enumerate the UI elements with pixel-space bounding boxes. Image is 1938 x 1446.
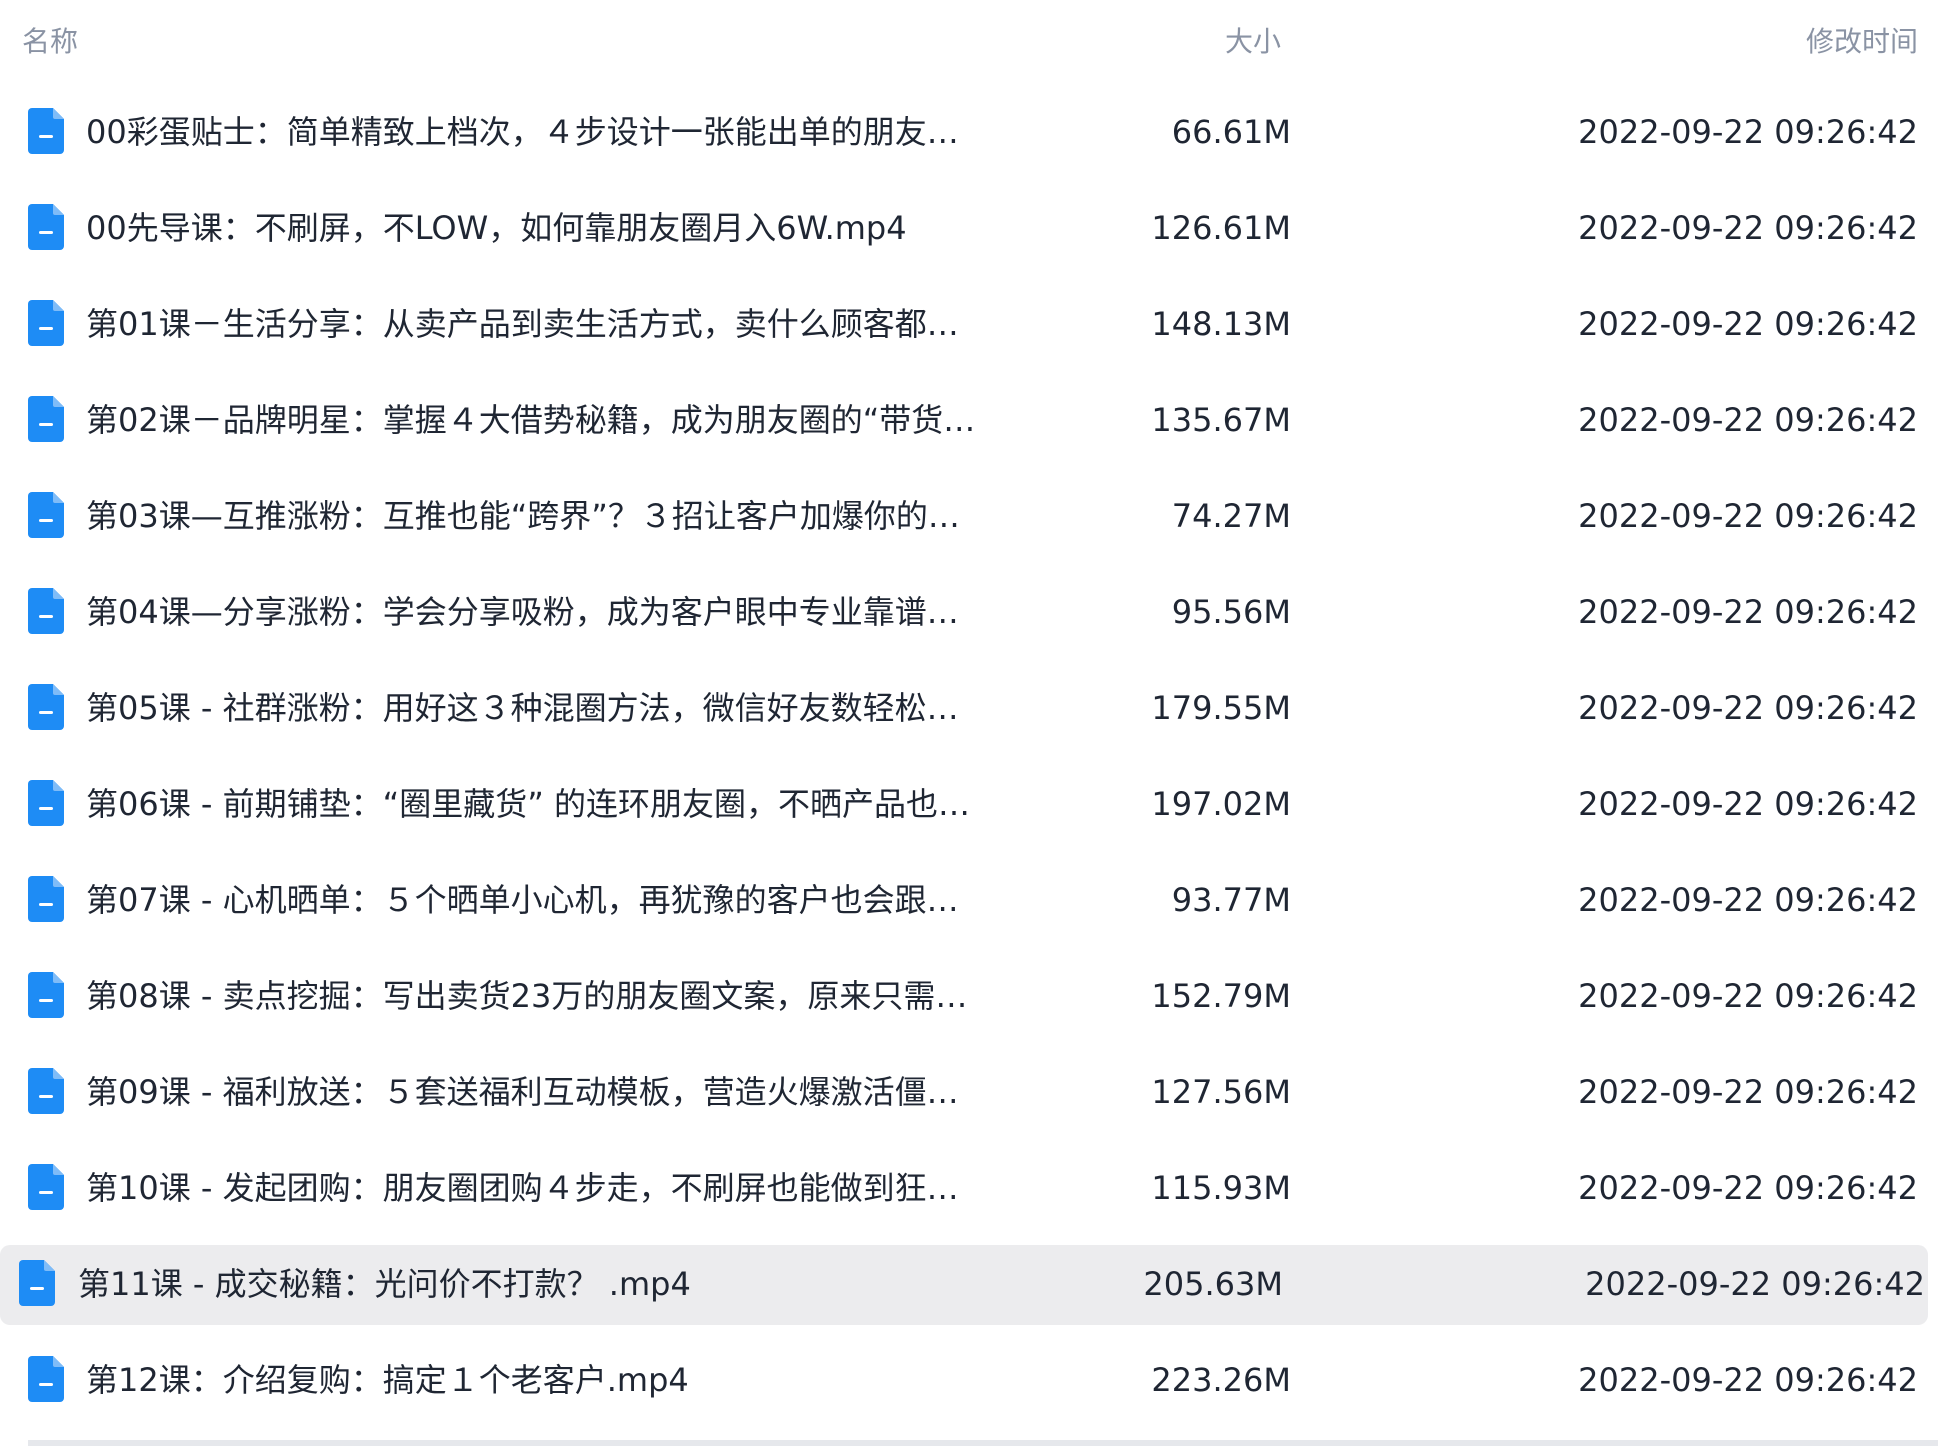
file-size: 115.93M	[1151, 1169, 1291, 1207]
document-file-icon	[28, 684, 64, 730]
file-size: 205.63M	[1143, 1265, 1283, 1303]
column-header-size[interactable]: 大小	[1225, 22, 1281, 62]
file-modified-time: 2022-09-22 09:26:42	[1578, 1361, 1918, 1399]
file-name[interactable]: 第11课 - 成交秘籍：光问价不打款？ .mp4	[78, 1236, 978, 1332]
column-header: 名称 大小 修改时间	[0, 0, 1938, 84]
file-row[interactable]: 00先导课：不刷屏，不LOW，如何靠朋友圈月入6W.mp4 126.61M 2022…	[0, 180, 1938, 276]
file-size: 197.02M	[1151, 785, 1291, 823]
file-modified-time: 2022-09-22 09:26:42	[1578, 593, 1918, 631]
file-modified-time: 2022-09-22 09:26:42	[1578, 401, 1918, 439]
file-rows: 00彩蛋贴士：简单精致上档次，４步设计一张能出单的朋友… 66.61M 2022-0…	[0, 84, 1938, 1428]
document-file-icon	[28, 300, 64, 346]
document-file-icon	[19, 1260, 55, 1306]
file-modified-time: 2022-09-22 09:26:42	[1578, 113, 1918, 151]
document-file-icon	[28, 1068, 64, 1114]
file-modified-time: 2022-09-22 09:26:42	[1578, 977, 1918, 1015]
file-size: 126.61M	[1151, 209, 1291, 247]
file-modified-time: 2022-09-22 09:26:42	[1578, 1073, 1918, 1111]
file-name[interactable]: 第02课－品牌明星：掌握４大借势秘籍，成为朋友圈的“带货…	[86, 372, 986, 468]
file-row[interactable]: 第07课 - 心机晒单：５个晒单小心机，再犹豫的客户也会跟… 93.77M 2022…	[0, 852, 1938, 948]
file-size: 95.56M	[1171, 593, 1291, 631]
document-file-icon	[28, 972, 64, 1018]
file-name[interactable]: 第07课 - 心机晒单：５个晒单小心机，再犹豫的客户也会跟…	[86, 852, 986, 948]
file-size: 127.56M	[1151, 1073, 1291, 1111]
file-size: 74.27M	[1171, 497, 1291, 535]
file-modified-time: 2022-09-22 09:26:42	[1578, 881, 1918, 919]
file-modified-time: 2022-09-22 09:26:42	[1578, 689, 1918, 727]
file-size: 66.61M	[1171, 113, 1291, 151]
file-modified-time: 2022-09-22 09:26:42	[1578, 305, 1918, 343]
document-file-icon	[28, 492, 64, 538]
file-name[interactable]: 第04课—分享涨粉：学会分享吸粉，成为客户眼中专业靠谱…	[86, 564, 986, 660]
file-size: 152.79M	[1151, 977, 1291, 1015]
file-row[interactable]: 00彩蛋贴士：简单精致上档次，４步设计一张能出单的朋友… 66.61M 2022-0…	[0, 84, 1938, 180]
document-file-icon	[28, 1164, 64, 1210]
file-size: 93.77M	[1171, 881, 1291, 919]
file-name[interactable]: 第01课－生活分享：从卖产品到卖生活方式，卖什么顾客都…	[86, 276, 986, 372]
file-row[interactable]: 第12课：介绍复购：搞定１个老客户.mp4 223.26M 2022-09-22 0…	[0, 1332, 1938, 1428]
file-row[interactable]: 第05课 - 社群涨粉：用好这３种混圈方法，微信好友数轻松… 179.55M 202…	[0, 660, 1938, 756]
file-name[interactable]: 第03课—互推涨粉：互推也能“跨界”？３招让客户加爆你的…	[86, 468, 986, 564]
file-row[interactable]: 第03课—互推涨粉：互推也能“跨界”？３招让客户加爆你的… 74.27M 2022-…	[0, 468, 1938, 564]
document-file-icon	[28, 204, 64, 250]
file-row[interactable]: 第09课 - 福利放送：５套送福利互动模板，营造火爆激活僵… 127.56M 202…	[0, 1044, 1938, 1140]
file-row[interactable]: 第02课－品牌明星：掌握４大借势秘籍，成为朋友圈的“带货… 135.67M 2022…	[0, 372, 1938, 468]
document-file-icon	[28, 876, 64, 922]
document-file-icon	[28, 108, 64, 154]
file-name[interactable]: 第12课：介绍复购：搞定１个老客户.mp4	[86, 1332, 986, 1428]
file-modified-time: 2022-09-22 09:26:42	[1578, 209, 1918, 247]
document-file-icon	[28, 780, 64, 826]
document-file-icon	[28, 588, 64, 634]
file-name[interactable]: 第05课 - 社群涨粉：用好这３种混圈方法，微信好友数轻松…	[86, 660, 986, 756]
file-name[interactable]: 第10课 - 发起团购：朋友圈团购４步走，不刷屏也能做到狂…	[86, 1140, 986, 1236]
file-row[interactable]: 第06课 - 前期铺垫：“圈里藏货” 的连环朋友圈，不晒产品也… 197.02M 2…	[0, 756, 1938, 852]
file-name[interactable]: 00彩蛋贴士：简单精致上档次，４步设计一张能出单的朋友…	[86, 84, 986, 180]
file-name[interactable]: 00先导课：不刷屏，不LOW，如何靠朋友圈月入6W.mp4	[86, 180, 986, 276]
column-header-name[interactable]: 名称	[22, 22, 78, 62]
file-row[interactable]: 第11课 - 成交秘籍：光问价不打款？ .mp4 205.63M 2022-09-2…	[0, 1236, 1938, 1332]
list-bottom-divider	[28, 1440, 1938, 1446]
file-size: 148.13M	[1151, 305, 1291, 343]
file-modified-time: 2022-09-22 09:26:42	[1578, 497, 1918, 535]
file-modified-time: 2022-09-22 09:26:42	[1585, 1265, 1925, 1303]
file-name[interactable]: 第08课 - 卖点挖掘：写出卖货23万的朋友圈文案，原来只需…	[86, 948, 986, 1044]
column-header-modified-time[interactable]: 修改时间	[1806, 22, 1918, 62]
file-list: 名称 大小 修改时间 00彩蛋贴士：简单精致上档次，４步设计一张能出单的朋友… 6…	[0, 0, 1938, 1446]
file-row[interactable]: 第04课—分享涨粉：学会分享吸粉，成为客户眼中专业靠谱… 95.56M 2022-0…	[0, 564, 1938, 660]
file-row[interactable]: 第01课－生活分享：从卖产品到卖生活方式，卖什么顾客都… 148.13M 2022-…	[0, 276, 1938, 372]
document-file-icon	[28, 396, 64, 442]
file-size: 223.26M	[1151, 1361, 1291, 1399]
file-name[interactable]: 第09课 - 福利放送：５套送福利互动模板，营造火爆激活僵…	[86, 1044, 986, 1140]
file-size: 135.67M	[1151, 401, 1291, 439]
file-name[interactable]: 第06课 - 前期铺垫：“圈里藏货” 的连环朋友圈，不晒产品也…	[86, 756, 986, 852]
file-modified-time: 2022-09-22 09:26:42	[1578, 785, 1918, 823]
file-row[interactable]: 第08课 - 卖点挖掘：写出卖货23万的朋友圈文案，原来只需… 152.79M 20…	[0, 948, 1938, 1044]
file-row[interactable]: 第10课 - 发起团购：朋友圈团购４步走，不刷屏也能做到狂… 115.93M 202…	[0, 1140, 1938, 1236]
file-modified-time: 2022-09-22 09:26:42	[1578, 1169, 1918, 1207]
file-size: 179.55M	[1151, 689, 1291, 727]
document-file-icon	[28, 1356, 64, 1402]
